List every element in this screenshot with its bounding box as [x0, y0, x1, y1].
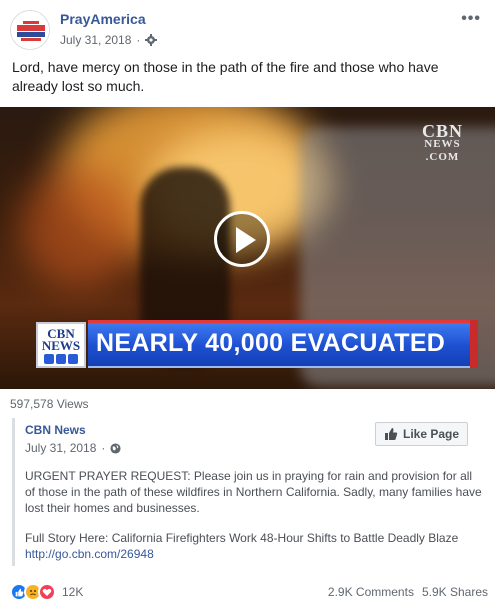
reaction-count: 12K — [62, 585, 84, 599]
shared-full-story: Full Story Here: California Firefighters… — [25, 530, 483, 562]
facebook-icon — [68, 354, 78, 364]
headline-accent — [470, 320, 478, 368]
meta-separator: · — [101, 441, 106, 455]
love-reaction-icon — [38, 583, 56, 601]
thumbs-up-icon — [385, 428, 398, 440]
pray-america-logo-icon — [11, 11, 49, 49]
shared-post: CBN News July 31, 2018 · Like Page URGEN… — [12, 418, 482, 566]
video-player[interactable]: CBN NEWS .COM CBN NEWS NEARLY 40,000 EVA… — [0, 107, 495, 389]
fire-glow — [20, 167, 140, 287]
post-meta: July 31, 2018 · — [60, 33, 158, 47]
gear-icon[interactable] — [145, 34, 158, 46]
full-story-text: Full Story Here: California Firefighters… — [25, 531, 459, 545]
shared-description: URGENT PRAYER REQUEST: Please join us in… — [25, 469, 482, 515]
reactions-summary[interactable]: 12K — [10, 583, 83, 601]
view-count: 597,578 Views — [10, 397, 89, 411]
post-text: Lord, have mercy on those in the path of… — [12, 59, 439, 94]
like-page-button[interactable]: Like Page — [375, 422, 469, 446]
engagement-stats: 2.9K Comments 5.9K Shares — [328, 585, 488, 599]
like-page-label: Like Page — [403, 427, 460, 441]
post-header: PrayAmerica July 31, 2018 · ••• — [10, 8, 485, 50]
post-date[interactable]: July 31, 2018 — [60, 33, 131, 47]
page-avatar[interactable] — [10, 10, 50, 50]
shared-post-date[interactable]: July 31, 2018 — [25, 441, 96, 455]
play-button[interactable] — [214, 211, 270, 267]
globe-icon — [110, 442, 121, 454]
shared-post-meta: July 31, 2018 · — [25, 441, 121, 455]
shares-count[interactable]: 5.9K Shares — [422, 585, 488, 599]
page-name-link[interactable]: PrayAmerica — [60, 11, 146, 27]
youtube-icon — [44, 354, 54, 364]
cbn-watermark: CBN NEWS .COM — [421, 121, 463, 163]
cbn-news-logo: CBN NEWS — [36, 322, 86, 368]
play-icon — [236, 227, 256, 253]
shared-page-name-link[interactable]: CBN News — [25, 423, 86, 437]
meta-separator: · — [136, 33, 141, 47]
headline-bar: NEARLY 40,000 EVACUATED — [88, 320, 471, 368]
comments-count[interactable]: 2.9K Comments — [328, 585, 414, 599]
story-link[interactable]: http://go.cbn.com/26948 — [25, 546, 483, 562]
more-options-button[interactable]: ••• — [461, 10, 481, 28]
instagram-icon — [56, 354, 66, 364]
headline-text: NEARLY 40,000 EVACUATED — [96, 329, 446, 357]
post-footer: 12K 2.9K Comments 5.9K Shares — [10, 583, 488, 601]
